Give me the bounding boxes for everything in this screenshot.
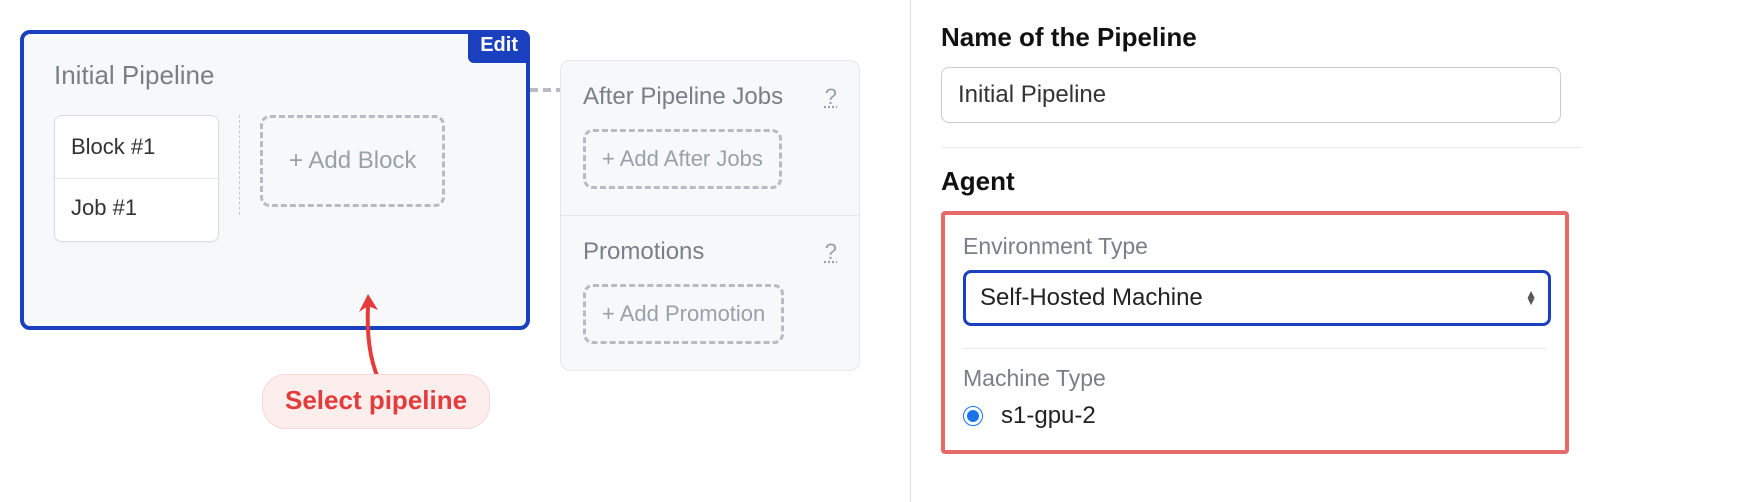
help-icon[interactable]: ? bbox=[825, 84, 837, 110]
agent-label: Agent bbox=[941, 166, 1728, 197]
job-name: Job #1 bbox=[55, 179, 218, 241]
machine-type-radio[interactable] bbox=[963, 406, 983, 426]
vertical-divider bbox=[239, 115, 240, 215]
add-block-button[interactable]: + Add Block bbox=[260, 115, 445, 207]
chevron-updown-icon: ▲▼ bbox=[1525, 291, 1537, 305]
settings-panel: Name of the Pipeline Agent Environment T… bbox=[910, 0, 1758, 502]
machine-type-option[interactable]: s1-gpu-2 bbox=[963, 402, 1547, 430]
side-column: After Pipeline Jobs ? + Add After Jobs P… bbox=[560, 60, 860, 371]
after-pipeline-section: After Pipeline Jobs ? + Add After Jobs bbox=[561, 61, 859, 215]
arrow-icon bbox=[350, 290, 390, 380]
env-type-select[interactable]: Self-Hosted Machine bbox=[963, 270, 1551, 326]
block-card[interactable]: Block #1 Job #1 bbox=[54, 115, 219, 242]
machine-type-label: Machine Type bbox=[963, 365, 1547, 392]
name-label: Name of the Pipeline bbox=[941, 22, 1728, 53]
env-type-value: Self-Hosted Machine bbox=[980, 284, 1203, 312]
edit-badge[interactable]: Edit bbox=[468, 30, 530, 63]
promotions-title: Promotions bbox=[583, 238, 704, 266]
pipeline-card[interactable]: Edit Initial Pipeline Block #1 Job #1 + … bbox=[20, 30, 530, 330]
horizontal-divider bbox=[963, 348, 1547, 349]
promotions-section: Promotions ? + Add Promotion bbox=[561, 215, 859, 370]
block-name: Block #1 bbox=[55, 116, 218, 179]
pipeline-name-input[interactable] bbox=[941, 67, 1561, 123]
add-promotion-button[interactable]: + Add Promotion bbox=[583, 284, 784, 344]
machine-type-value: s1-gpu-2 bbox=[1001, 402, 1096, 430]
add-after-jobs-button[interactable]: + Add After Jobs bbox=[583, 129, 782, 189]
agent-highlight-box: Environment Type Self-Hosted Machine ▲▼ … bbox=[941, 211, 1569, 454]
pipeline-title: Initial Pipeline bbox=[54, 60, 496, 91]
connector-line bbox=[530, 88, 564, 92]
select-pipeline-callout: Select pipeline bbox=[262, 374, 490, 429]
horizontal-divider bbox=[941, 147, 1581, 148]
help-icon[interactable]: ? bbox=[825, 239, 837, 265]
env-type-label: Environment Type bbox=[963, 233, 1547, 260]
after-pipeline-title: After Pipeline Jobs bbox=[583, 83, 783, 111]
